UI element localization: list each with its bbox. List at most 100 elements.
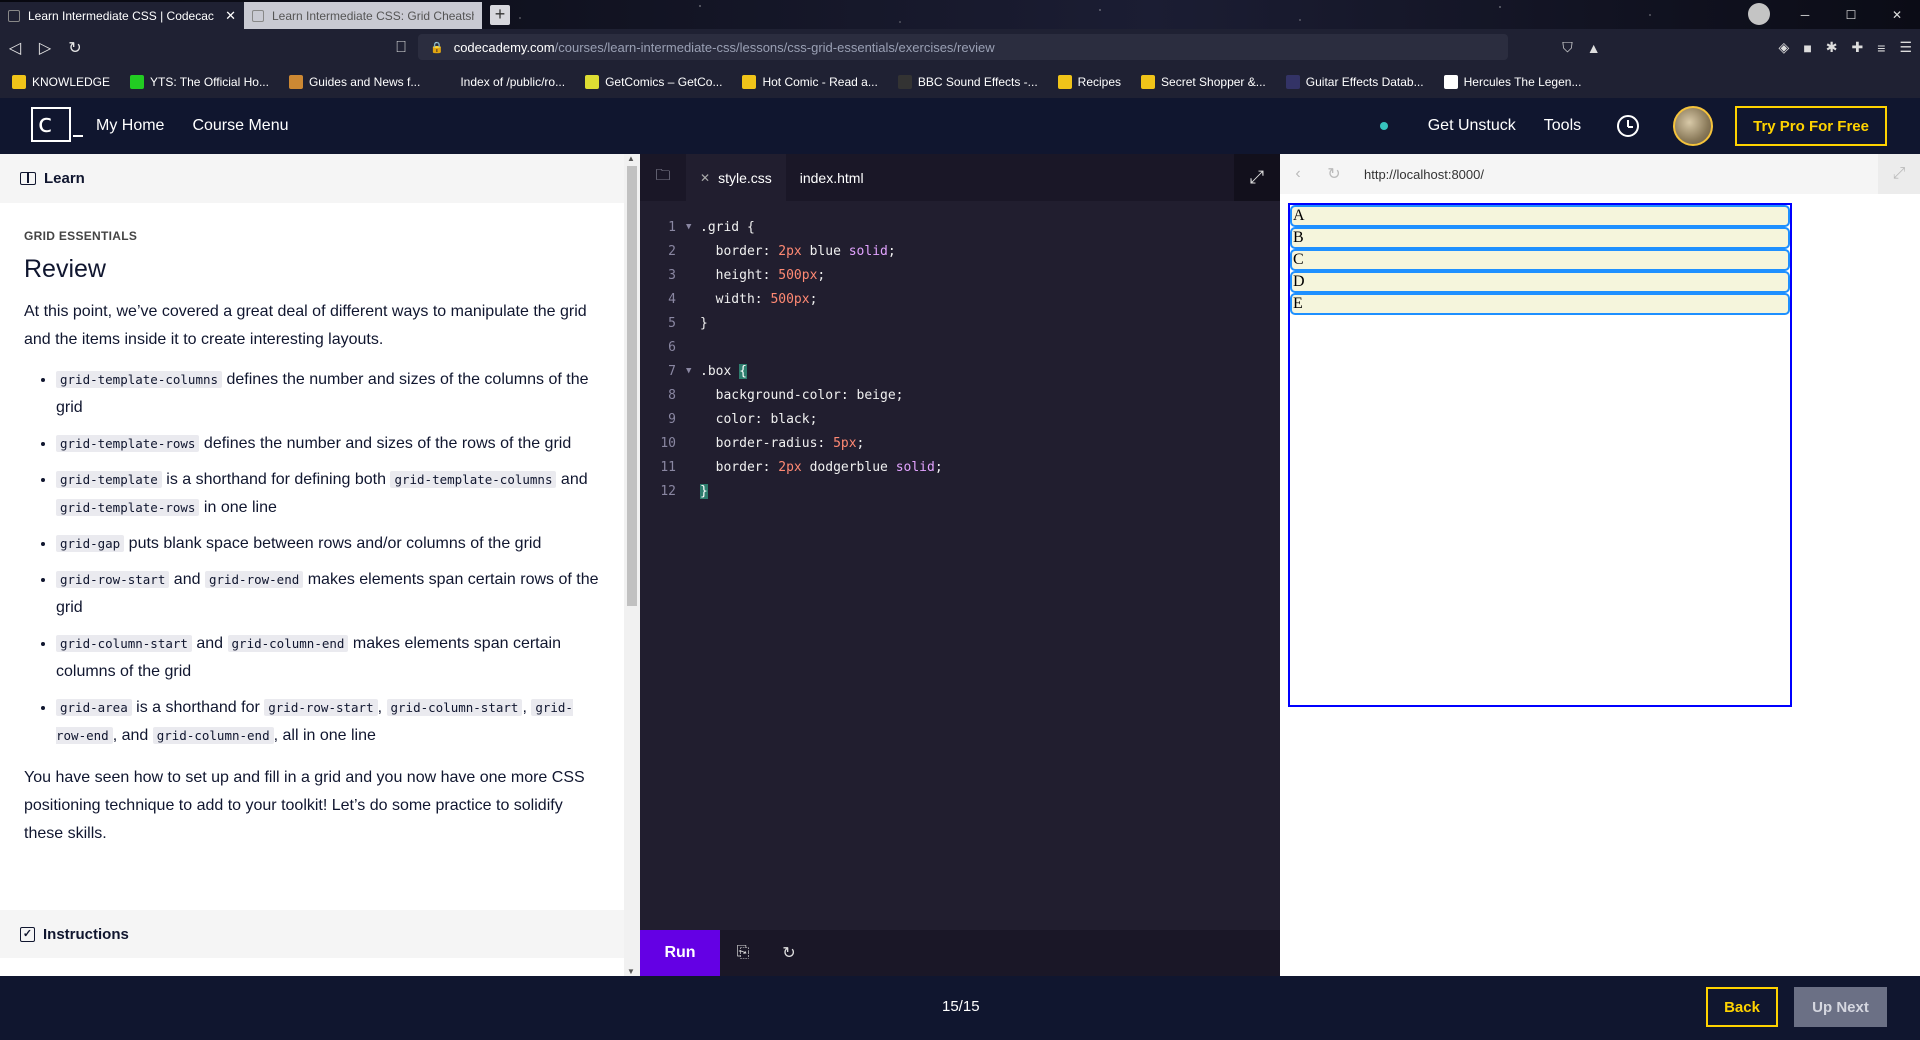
bookmark-item[interactable]: Guitar Effects Datab... (1285, 75, 1424, 89)
line-number: 9 (668, 411, 676, 427)
bookmark-item[interactable]: Guides and News f... (288, 75, 420, 89)
list-text: and (169, 571, 205, 588)
bookmark-item[interactable]: Hercules The Legen... (1443, 75, 1581, 89)
review-list-item: grid-column-start and grid-column-end ma… (56, 630, 600, 686)
list-text: in one line (199, 499, 277, 516)
bookmark-item[interactable]: KNOWLEDGE (12, 75, 110, 89)
bookmark-item[interactable]: Secret Shopper &... (1141, 75, 1266, 89)
run-button[interactable]: Run (640, 930, 720, 976)
avatar[interactable] (1673, 106, 1714, 146)
extension-icon[interactable]: ✱ (1826, 39, 1838, 56)
lesson-footer: 15/15 Back Up Next (0, 976, 1920, 1040)
list-text: , all in one line (273, 727, 376, 744)
tab-index-html[interactable]: index.html (786, 154, 878, 201)
back-button[interactable]: Back (1706, 987, 1778, 1027)
course-menu-link[interactable]: Course Menu (192, 117, 288, 135)
fold-arrow-icon[interactable]: ▼ (686, 222, 700, 232)
grid-box: C (1290, 249, 1790, 271)
site-icon (130, 75, 145, 89)
new-tab-button[interactable]: + (490, 5, 510, 25)
code-token: border: (700, 459, 779, 475)
get-unstuck-link[interactable]: Get Unstuck (1428, 117, 1516, 135)
line-number: 5 (668, 315, 676, 331)
code-line: 2 border: 2px blue solid; (640, 239, 1280, 263)
tab-style-css[interactable]: ✕ style.css (686, 154, 786, 201)
learn-scrollbar[interactable]: ▲ ▼ (624, 154, 640, 976)
inline-code: grid-column-end (152, 727, 274, 744)
rewards-icon[interactable]: ▲ (1587, 40, 1601, 56)
close-window-icon[interactable]: ✕ (1874, 0, 1920, 29)
preview-back-icon[interactable]: ‹ (1280, 165, 1316, 183)
inline-code: grid-row-start (56, 571, 170, 588)
code-line: 9 color: black; (640, 407, 1280, 431)
code-area[interactable]: 1 ▼ .grid {2 border: 2px blue solid; 3 heig… (640, 201, 1280, 503)
puzzle-icon[interactable]: ✚ (1852, 39, 1864, 56)
review-list-item: grid-gap puts blank space between rows a… (56, 530, 600, 558)
tab-close-icon[interactable]: ✕ (225, 8, 236, 24)
code-token: { (739, 363, 747, 379)
bookmark-item[interactable]: Recipes (1057, 75, 1121, 89)
browser-tab-active[interactable]: Learn Intermediate CSS | Codecac ✕ (0, 2, 244, 29)
scroll-down-icon[interactable]: ▼ (627, 967, 635, 976)
instructions-header[interactable]: ✓ Instructions (0, 910, 624, 958)
folder-icon (12, 75, 26, 89)
bookmark-item[interactable]: BBC Sound Effects -... (897, 75, 1038, 89)
tab-close-icon[interactable]: ✕ (700, 171, 710, 185)
tools-link[interactable]: Tools (1544, 117, 1581, 135)
reset-code-icon[interactable]: ↻ (766, 943, 812, 963)
scroll-up-icon[interactable]: ▲ (627, 154, 635, 163)
code-token: background-color: beige; (700, 387, 904, 403)
grid-box: A (1290, 205, 1790, 227)
bookmark-item[interactable]: GetComics – GetCo... (585, 75, 722, 89)
preview-refresh-icon[interactable]: ↻ (1316, 164, 1352, 184)
alarm-clock-icon[interactable] (1617, 115, 1640, 137)
back-arrow-icon[interactable]: ◁ (0, 38, 30, 58)
browser-tab-inactive[interactable]: Learn Intermediate CSS: Grid Cheatsh (244, 2, 482, 29)
code-token: border-radius: (700, 435, 834, 451)
bookmark-icon[interactable]: ⎕ (386, 39, 416, 57)
line-number: 3 (668, 267, 676, 283)
list-text: and (191, 635, 228, 652)
expand-preview-icon[interactable]: ⤢ (1878, 154, 1920, 194)
bookmark-item[interactable]: Hot Comic - Read a... (742, 75, 878, 89)
code-token: .box (700, 363, 740, 379)
file-tree-icon[interactable]: 🗀 (640, 165, 686, 190)
bookmark-item[interactable]: YTS: The Official Ho... (130, 75, 269, 89)
learn-tab[interactable]: Learn (0, 154, 624, 203)
line-number: 11 (660, 459, 676, 475)
review-list-item: grid-template-rows defines the number an… (56, 430, 600, 458)
extension-icon[interactable]: ■ (1803, 40, 1811, 56)
folder-icon (742, 75, 757, 89)
scrollbar-thumb[interactable] (627, 166, 637, 606)
instructions-label: Instructions (43, 925, 129, 943)
line-number: 6 (668, 339, 676, 355)
browser-profile-icon[interactable] (1748, 3, 1770, 25)
menu-icon[interactable]: ☰ (1899, 39, 1912, 56)
fold-arrow-icon[interactable]: ▼ (686, 366, 700, 376)
copy-code-icon[interactable]: ⎘ (720, 944, 766, 962)
brave-shield-icon[interactable]: ⛉ (1562, 39, 1573, 56)
codecademy-logo[interactable]: c (31, 107, 83, 142)
expand-editor-icon[interactable]: ⤢ (1234, 154, 1280, 201)
code-token: ; (809, 291, 818, 307)
code-token: ; (887, 243, 896, 259)
code-token: } (700, 315, 708, 331)
forward-arrow-icon[interactable]: ▷ (30, 38, 60, 58)
minimize-icon[interactable]: ─ (1782, 0, 1828, 29)
maximize-icon[interactable]: ☐ (1828, 0, 1874, 29)
book-icon (20, 172, 36, 185)
grid-box: B (1290, 227, 1790, 249)
code-token: dodgerblue (801, 459, 896, 475)
reload-icon[interactable]: ↻ (60, 38, 90, 58)
up-next-button[interactable]: Up Next (1794, 987, 1887, 1027)
my-home-link[interactable]: My Home (96, 117, 164, 135)
code-token: { (739, 219, 755, 235)
notification-dot (1379, 122, 1388, 130)
codecademy-header: c My Home Course Menu Get Unstuck Tools … (0, 98, 1920, 154)
extension-icon[interactable]: ◈ (1779, 39, 1790, 56)
playlist-icon[interactable]: ≡ (1877, 40, 1885, 56)
bookmark-item[interactable]: Index of /public/ro... (440, 75, 565, 89)
address-bar[interactable]: 🔒 codecademy.com/courses/learn-intermedi… (418, 34, 1508, 60)
inline-code: grid-template-rows (56, 435, 200, 452)
try-pro-button[interactable]: Try Pro For Free (1735, 106, 1887, 146)
